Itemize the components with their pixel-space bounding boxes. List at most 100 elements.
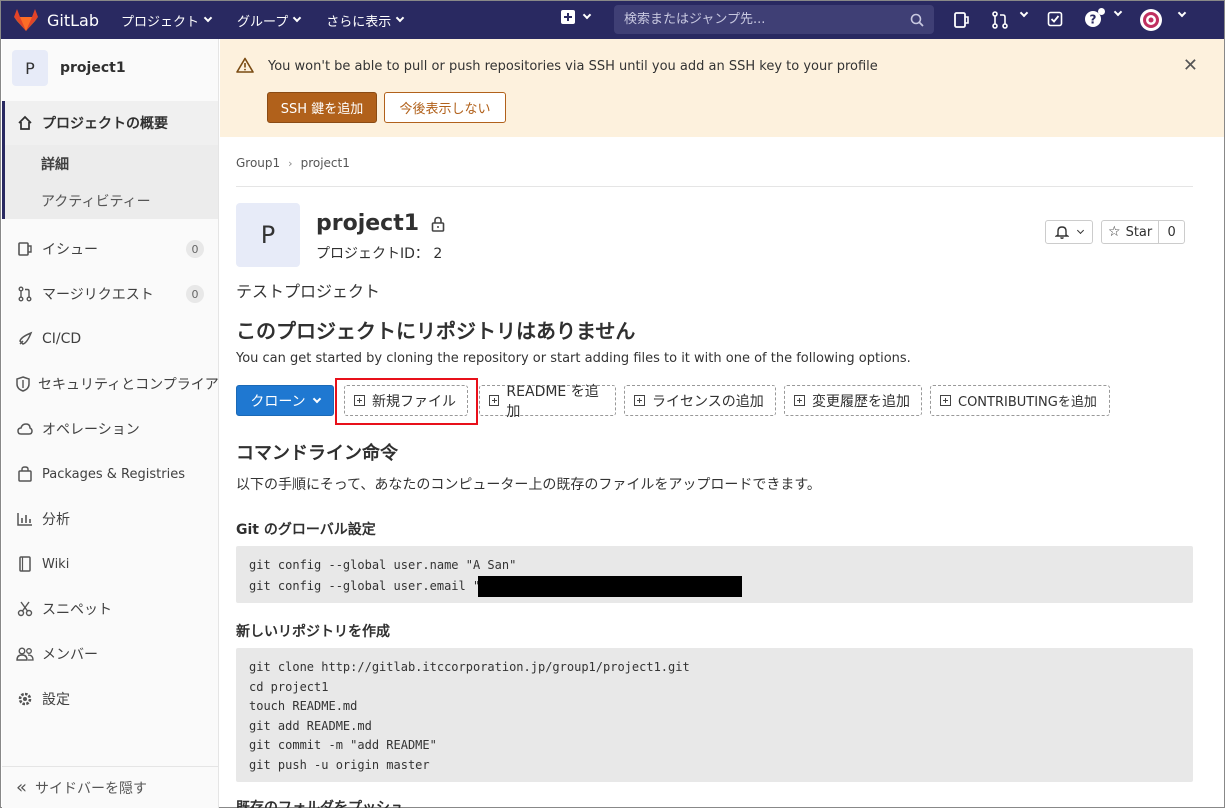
redacted-email bbox=[478, 575, 743, 597]
sidebar-item-analytics[interactable]: 分析 bbox=[2, 502, 218, 536]
gitlab-logo[interactable]: GitLab bbox=[13, 8, 99, 32]
chevron-down-icon bbox=[293, 13, 302, 23]
sidebar-item-activity[interactable]: アクティビティー bbox=[2, 182, 218, 219]
package-icon bbox=[16, 465, 34, 483]
issues-icon bbox=[16, 240, 34, 258]
sidebar-project-header[interactable]: P project1 bbox=[2, 39, 218, 97]
close-icon[interactable]: ✕ bbox=[1183, 55, 1198, 76]
sidebar-item-snippets[interactable]: スニペット bbox=[2, 592, 218, 626]
plus-square-icon bbox=[489, 395, 500, 406]
warning-icon bbox=[236, 57, 254, 73]
menu-projects[interactable]: プロジェクト bbox=[121, 11, 213, 30]
breadcrumb: Group1 › project1 bbox=[236, 156, 350, 170]
sidebar-item-label: 詳細 bbox=[41, 156, 69, 173]
chevron-down-icon bbox=[396, 13, 405, 23]
menu-more[interactable]: さらに表示 bbox=[326, 11, 405, 30]
sidebar-item-issues[interactable]: イシュー 0 bbox=[2, 232, 218, 266]
breadcrumb-project[interactable]: project1 bbox=[301, 156, 350, 170]
merge-request-icon[interactable] bbox=[991, 11, 1009, 29]
top-navbar: GitLab プロジェクト グループ さらに表示 ? bbox=[1, 1, 1224, 39]
lock-icon bbox=[431, 216, 445, 232]
todo-check-icon[interactable] bbox=[1047, 11, 1063, 27]
sidebar-item-label: オペレーション bbox=[42, 422, 140, 438]
user-menu[interactable] bbox=[1139, 8, 1187, 36]
main-menu: プロジェクト グループ さらに表示 bbox=[121, 11, 429, 30]
sidebar-item-overview[interactable]: プロジェクトの概要 bbox=[2, 101, 218, 145]
project-avatar-large: P bbox=[236, 203, 300, 267]
command-line-heading: コマンドライン命令 bbox=[236, 443, 398, 464]
book-icon bbox=[16, 555, 34, 573]
search-input[interactable] bbox=[624, 12, 904, 27]
cloud-icon bbox=[16, 420, 34, 438]
star-toggle[interactable]: ☆ Star bbox=[1102, 221, 1160, 243]
sidebar-item-label: Packages & Registries bbox=[42, 466, 185, 482]
sidebar-item-label: スニペット bbox=[42, 602, 112, 618]
star-button[interactable]: ☆ Star 0 bbox=[1101, 220, 1185, 244]
add-ssh-key-button[interactable]: SSH 鍵を追加 bbox=[267, 92, 377, 123]
code-line: touch README.md bbox=[249, 699, 358, 714]
menu-groups[interactable]: グループ bbox=[237, 11, 302, 30]
merge-request-icon bbox=[16, 285, 34, 303]
sidebar-item-label: Wiki bbox=[42, 556, 70, 572]
chevron-right-icon: › bbox=[288, 156, 293, 170]
sidebar-item-details[interactable]: 詳細 bbox=[2, 145, 218, 182]
sidebar-item-label: CI/CD bbox=[42, 331, 82, 347]
highlight-box bbox=[335, 378, 478, 425]
chevron-down-icon bbox=[582, 10, 592, 20]
add-changelog-button[interactable]: 変更履歴を追加 bbox=[784, 385, 922, 416]
notification-settings-button[interactable] bbox=[1045, 220, 1093, 244]
star-icon: ☆ bbox=[1108, 224, 1121, 240]
add-license-button[interactable]: ライセンスの追加 bbox=[624, 385, 776, 416]
sidebar-item-packages[interactable]: Packages & Registries bbox=[2, 457, 218, 491]
issues-todo-icon[interactable] bbox=[953, 11, 969, 29]
brand-name: GitLab bbox=[47, 10, 99, 30]
dont-show-again-button[interactable]: 今後表示しない bbox=[384, 92, 506, 123]
help-button[interactable]: ? bbox=[1084, 7, 1123, 32]
sidebar-item-cicd[interactable]: CI/CD bbox=[2, 322, 218, 356]
sidebar-item-security[interactable]: セキュリティとコンプライアンス bbox=[2, 367, 218, 401]
sidebar-item-merge-requests[interactable]: マージリクエスト 0 bbox=[2, 277, 218, 311]
sidebar-item-label: マージリクエスト bbox=[42, 287, 154, 303]
add-license-label: ライセンスの追加 bbox=[652, 393, 764, 410]
home-icon bbox=[16, 114, 34, 132]
breadcrumb-group[interactable]: Group1 bbox=[236, 156, 280, 170]
project-name: project1 bbox=[60, 60, 126, 76]
chevron-down-icon bbox=[1076, 226, 1085, 234]
project-id: プロジェクトID： 2 bbox=[316, 246, 443, 262]
clone-label: クローン bbox=[250, 393, 306, 410]
star-label: Star bbox=[1125, 224, 1153, 240]
chevron-down-icon[interactable] bbox=[1019, 8, 1029, 18]
project-avatar: P bbox=[12, 50, 48, 86]
add-readme-button[interactable]: README を追加 bbox=[479, 384, 616, 420]
code-line: cd project1 bbox=[249, 679, 329, 694]
sidebar-item-label: 設定 bbox=[42, 692, 70, 708]
search-icon[interactable] bbox=[910, 13, 924, 27]
shield-icon bbox=[16, 375, 30, 393]
new-dropdown-button[interactable] bbox=[561, 10, 592, 24]
plus-square-icon bbox=[634, 395, 645, 406]
sidebar-item-settings[interactable]: 設定 bbox=[2, 682, 218, 716]
code-line: git push -u origin master bbox=[249, 757, 430, 772]
sidebar-item-label: 分析 bbox=[42, 512, 70, 528]
svg-text:?: ? bbox=[1090, 13, 1097, 27]
add-readme-label: README を追加 bbox=[506, 383, 599, 420]
collapse-sidebar-button[interactable]: « サイドバーを隠す bbox=[2, 766, 218, 808]
gear-icon bbox=[16, 690, 34, 708]
code-line: git config --global user.name "A San" bbox=[249, 558, 517, 572]
sidebar-item-members[interactable]: メンバー bbox=[2, 637, 218, 671]
search-box[interactable] bbox=[614, 5, 934, 34]
scissors-icon bbox=[16, 600, 34, 618]
double-chevron-left-icon: « bbox=[16, 777, 28, 798]
notification-dot bbox=[1098, 8, 1105, 15]
sidebar-item-wiki[interactable]: Wiki bbox=[2, 547, 218, 581]
clone-button[interactable]: クローン bbox=[236, 385, 334, 416]
star-count[interactable]: 0 bbox=[1159, 225, 1184, 240]
gitlab-tanuki-icon bbox=[14, 9, 38, 31]
sidebar-item-operations[interactable]: オペレーション bbox=[2, 412, 218, 446]
project-title-row: project1 bbox=[316, 211, 445, 236]
code-line: git clone http://gitlab.itccorporation.j… bbox=[249, 660, 690, 674]
empty-repo-text: You can get started by cloning the repos… bbox=[236, 351, 911, 366]
sidebar-item-label: メンバー bbox=[42, 647, 98, 663]
sidebar-item-label: アクティビティー bbox=[41, 193, 151, 210]
add-contributing-button[interactable]: CONTRIBUTINGを追加 bbox=[930, 385, 1110, 416]
